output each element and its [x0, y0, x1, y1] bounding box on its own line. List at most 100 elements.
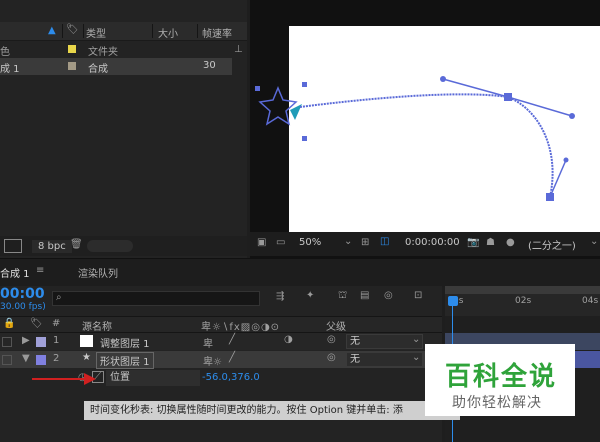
collapse-arrow-icon[interactable]: ▼ — [22, 353, 30, 364]
tab-composition[interactable]: 合成 1 — [0, 265, 30, 280]
position-value[interactable]: -56.0,376.0 — [202, 372, 260, 383]
star-shape-icon: ★ — [82, 352, 91, 363]
work-area-bar[interactable] — [445, 286, 600, 294]
red-arrow-annotation — [32, 373, 96, 385]
always-preview-icon[interactable]: ▣ — [257, 237, 266, 248]
trash-icon[interactable]: 🗑 — [70, 239, 83, 250]
col-framerate[interactable]: 帧速率 — [202, 25, 232, 40]
project-item-type: 文件夹 — [88, 47, 118, 58]
project-item-comp[interactable]: 成 1 合成 30 — [0, 58, 232, 75]
star-shape[interactable] — [258, 86, 298, 126]
bezier-handle-line — [507, 96, 573, 117]
label-swatch[interactable] — [36, 337, 46, 347]
lock-checkbox[interactable] — [2, 355, 12, 365]
col-parent[interactable]: 父级 — [326, 318, 346, 333]
timeline-timecode[interactable]: 00:00 — [0, 286, 45, 302]
col-source-name[interactable]: 源名称 — [82, 318, 112, 333]
watermark-title: 百科全说 — [445, 362, 558, 392]
layer-row[interactable]: ▶ 1 调整图层 1 卑 ╱ ◑ ◎ 无 ⌄ — [0, 333, 442, 350]
layer-name[interactable]: 形状图层 1 — [96, 352, 154, 369]
keyframe-point[interactable] — [546, 193, 554, 201]
viewer-timecode[interactable]: 0:00:00:00 — [405, 237, 460, 248]
shy-switch-icon[interactable]: 卑 — [203, 335, 213, 350]
bezier-handle[interactable] — [440, 76, 446, 82]
color-channels-icon[interactable]: ● — [506, 237, 515, 248]
project-item-type: 合成 — [88, 64, 108, 75]
pick-whip-icon[interactable]: ◎ — [327, 334, 336, 345]
bpc-button[interactable]: 8 bpc — [32, 240, 72, 253]
expand-arrow-icon[interactable]: ▶ — [22, 335, 30, 346]
chevron-down-icon[interactable]: ⌄ — [412, 352, 420, 363]
watermark-logo: 百科全说 助你轻松解决 — [425, 344, 575, 416]
timeline-fps: 30.00 fps) — [0, 302, 46, 312]
bbox-handle[interactable] — [302, 82, 307, 87]
show-snapshot-icon[interactable]: ☗ — [486, 237, 495, 248]
watermark-subtitle: 助你轻松解决 — [452, 395, 542, 411]
tooltip: 时间变化秒表: 切换属性随时间更改的能力。按住 Option 键并单击: 添 — [84, 401, 460, 420]
pick-whip-icon[interactable]: ◎ — [327, 352, 336, 363]
graph-editor-icon[interactable]: ⊡ — [414, 290, 422, 301]
quality-switch-icon[interactable]: ╱ — [229, 334, 235, 345]
render-icon[interactable] — [4, 239, 22, 253]
project-column-header: ▲ 🏷 类型 大小 帧速率 — [0, 22, 247, 41]
motion-path-overlay[interactable] — [250, 60, 600, 210]
time-ruler[interactable]: 0s 02s 04s — [445, 286, 600, 316]
project-item-folder[interactable]: 色 文件夹 — [0, 41, 232, 58]
layer-thumbnail — [80, 335, 93, 347]
shy-switch-icon[interactable]: 卑☼ — [203, 353, 222, 368]
layer-row[interactable]: ▼ 2 ★ 形状图层 1 卑☼ ╱ ◎ 无 ⌄ — [0, 351, 442, 369]
motion-blur-icon[interactable]: ◎ — [384, 290, 393, 301]
resolution-dropdown[interactable]: (二分之一) — [528, 237, 576, 252]
label-swatch[interactable] — [36, 355, 46, 365]
monitor-icon[interactable]: ▭ — [276, 237, 285, 248]
layer-number: 1 — [53, 335, 60, 346]
transparency-grid-icon[interactable]: ◫ — [380, 236, 389, 247]
ruler-tick: 02s — [515, 296, 532, 306]
label-swatch[interactable] — [68, 45, 76, 53]
timeline-tab-bar: 合成 1 ≡ 渲染队列 — [0, 258, 600, 287]
label-tag-icon[interactable]: 🏷 — [66, 24, 79, 35]
property-name: 位置 — [106, 370, 200, 386]
chevron-down-icon[interactable]: ⌄ — [344, 236, 352, 247]
quality-switch-icon[interactable]: ╱ — [229, 352, 235, 363]
chevron-down-icon[interactable]: ⌄ — [412, 334, 420, 345]
keyframe-point[interactable] — [504, 93, 512, 101]
hide-shy-icon[interactable]: ⛫ — [338, 290, 347, 303]
bbox-handle[interactable] — [302, 136, 307, 141]
lock-checkbox[interactable] — [2, 337, 12, 347]
col-layer-number: # — [52, 318, 61, 329]
draft-3d-icon[interactable]: ✦ — [306, 290, 314, 301]
bbox-handle[interactable] — [255, 86, 260, 91]
comp-mini-flowchart-icon[interactable]: ⇶ — [276, 291, 284, 302]
switches-icons[interactable]: 卑☼∖fx▨◎◑⊙ — [201, 318, 280, 333]
menu-icon[interactable]: ≡ — [36, 265, 44, 276]
chevron-down-icon[interactable]: ⌄ — [590, 236, 598, 247]
label-tag-icon[interactable]: 🏷 — [30, 318, 43, 329]
playhead-handle[interactable] — [448, 296, 458, 306]
hierarchy-icon[interactable]: ⊥ — [234, 44, 243, 55]
camera-icon[interactable]: 📷 — [467, 237, 479, 248]
label-swatch[interactable] — [68, 62, 76, 70]
layer-number: 2 — [53, 353, 60, 364]
project-item-name: 色 — [0, 47, 10, 58]
project-item-framerate: 30 — [203, 60, 216, 71]
search-icon: ⌕ — [56, 292, 62, 303]
layer-search-input[interactable]: ⌕ — [52, 291, 260, 306]
region-of-interest-icon[interactable]: ⊞ — [361, 237, 369, 248]
bezier-handle[interactable] — [563, 157, 569, 163]
layer-column-header: 🔒 🏷 # 源名称 卑☼∖fx▨◎◑⊙ 父级 — [0, 316, 442, 333]
project-item-name: 成 1 — [0, 64, 20, 75]
sort-up-icon[interactable]: ▲ — [48, 25, 56, 36]
tab-render-queue[interactable]: 渲染队列 — [78, 265, 118, 280]
bezier-handle[interactable] — [569, 113, 575, 119]
frame-blending-icon[interactable]: ▤ — [360, 290, 369, 301]
project-panel: ▲ 🏷 类型 大小 帧速率 色 文件夹 成 1 合成 30 ⊥ 8 bpc 🗑 — [0, 0, 247, 258]
zoom-level[interactable]: 50% — [299, 237, 321, 248]
motion-path[interactable] — [299, 93, 554, 198]
col-type[interactable]: 类型 — [86, 25, 106, 40]
scroll-handle[interactable] — [87, 240, 133, 252]
adjustment-switch-icon[interactable]: ◑ — [284, 334, 293, 345]
lock-icon[interactable]: 🔒 — [3, 318, 15, 329]
layer-name[interactable]: 调整图层 1 — [100, 335, 150, 350]
col-size[interactable]: 大小 — [158, 25, 178, 40]
